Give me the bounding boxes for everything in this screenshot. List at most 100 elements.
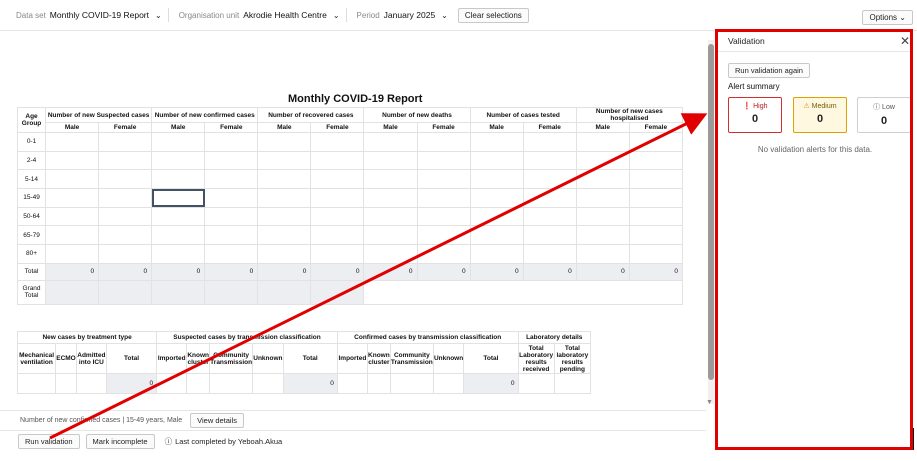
input-cell[interactable]	[151, 244, 206, 264]
input-cell[interactable]	[204, 244, 259, 264]
input-cell[interactable]	[204, 132, 259, 152]
input-cell[interactable]	[469, 244, 524, 264]
input-cell[interactable]	[628, 132, 684, 152]
input-cell[interactable]	[628, 225, 684, 246]
input-cell[interactable]	[575, 244, 630, 264]
input-cell[interactable]	[98, 206, 153, 227]
input-cell[interactable]	[469, 132, 524, 152]
input-cell[interactable]	[151, 132, 206, 152]
input-cell[interactable]	[55, 373, 77, 394]
input-cell[interactable]	[522, 188, 577, 208]
input-cell[interactable]	[363, 188, 418, 208]
input-cell[interactable]	[151, 225, 206, 246]
input-cell[interactable]	[575, 150, 630, 171]
input-cell[interactable]	[310, 188, 365, 208]
input-cell[interactable]	[257, 244, 312, 264]
input-cell[interactable]	[363, 244, 418, 264]
input-cell[interactable]	[45, 188, 100, 208]
input-cell[interactable]	[257, 150, 312, 171]
input-cell[interactable]	[575, 206, 630, 227]
input-cell[interactable]	[45, 150, 100, 171]
input-cell[interactable]	[517, 373, 555, 394]
input-cell[interactable]	[310, 225, 365, 246]
input-cell[interactable]	[575, 188, 630, 208]
input-cell[interactable]	[98, 169, 153, 190]
input-cell[interactable]	[522, 169, 577, 190]
input-cell[interactable]	[310, 206, 365, 227]
options-button[interactable]: Options ⌄	[862, 10, 913, 25]
input-cell[interactable]	[98, 225, 153, 246]
input-cell[interactable]	[257, 206, 312, 227]
input-cell[interactable]	[98, 150, 153, 171]
input-cell[interactable]	[628, 188, 684, 208]
input-cell[interactable]	[310, 150, 365, 171]
input-cell[interactable]	[204, 206, 259, 227]
input-cell[interactable]	[257, 225, 312, 246]
input-cell[interactable]	[469, 150, 524, 171]
close-icon[interactable]: ✕	[900, 34, 910, 48]
input-cell[interactable]	[45, 206, 100, 227]
input-cell[interactable]	[416, 225, 471, 246]
scroll-down-arrow-icon[interactable]: ▼	[706, 399, 713, 406]
input-cell[interactable]	[204, 225, 259, 246]
input-cell[interactable]	[416, 169, 471, 190]
input-cell[interactable]	[628, 206, 684, 227]
input-cell[interactable]	[628, 150, 684, 171]
input-cell[interactable]	[469, 206, 524, 227]
input-cell[interactable]	[363, 225, 418, 246]
input-cell[interactable]	[366, 373, 391, 394]
input-cell[interactable]	[257, 188, 312, 208]
dataset-selector[interactable]: Data set Monthly COVID-19 Report ⌄	[0, 0, 168, 30]
input-cell[interactable]	[252, 373, 284, 394]
input-cell[interactable]	[575, 132, 630, 152]
input-cell[interactable]	[204, 150, 259, 171]
input-cell[interactable]	[416, 132, 471, 152]
input-cell[interactable]	[363, 132, 418, 152]
input-cell[interactable]	[522, 244, 577, 264]
view-details-button[interactable]: View details	[190, 413, 245, 428]
input-cell[interactable]	[98, 188, 153, 208]
mark-incomplete-button[interactable]: Mark incomplete	[85, 434, 155, 449]
input-cell[interactable]	[469, 188, 524, 208]
input-cell[interactable]	[310, 169, 365, 190]
input-cell[interactable]	[628, 169, 684, 190]
input-cell[interactable]	[416, 206, 471, 227]
input-cell[interactable]	[522, 150, 577, 171]
period-selector[interactable]: Period January 2025 ⌄	[347, 0, 454, 30]
input-cell[interactable]	[186, 373, 211, 394]
input-cell[interactable]	[553, 373, 592, 394]
clear-selections-button[interactable]: Clear selections	[457, 7, 529, 23]
input-cell[interactable]	[151, 169, 206, 190]
input-cell[interactable]	[363, 206, 418, 227]
run-validation-again-button[interactable]: Run validation again	[728, 63, 810, 78]
input-cell[interactable]	[204, 188, 259, 208]
input-cell[interactable]	[575, 225, 630, 246]
input-cell[interactable]	[45, 244, 100, 264]
input-cell[interactable]	[151, 206, 206, 227]
input-cell[interactable]	[209, 373, 254, 394]
input-cell[interactable]	[522, 206, 577, 227]
input-cell[interactable]	[204, 169, 259, 190]
input-cell[interactable]	[432, 373, 465, 394]
input-cell[interactable]	[363, 150, 418, 171]
input-cell[interactable]	[416, 188, 471, 208]
input-cell[interactable]	[75, 373, 107, 394]
input-cell[interactable]	[336, 373, 368, 394]
form-scrollbar-thumb[interactable]	[708, 44, 714, 380]
input-cell[interactable]	[45, 225, 100, 246]
input-cell[interactable]	[522, 132, 577, 152]
input-cell[interactable]	[257, 169, 312, 190]
run-validation-button[interactable]: Run validation	[18, 434, 80, 449]
input-cell[interactable]	[16, 373, 57, 394]
input-cell[interactable]	[45, 169, 100, 190]
orgunit-selector[interactable]: Organisation unit Akrodie Health Centre …	[169, 0, 346, 30]
input-cell[interactable]	[628, 244, 684, 264]
input-cell[interactable]	[310, 244, 365, 264]
input-cell[interactable]	[98, 244, 153, 264]
input-cell[interactable]	[416, 150, 471, 171]
input-cell[interactable]	[389, 373, 434, 394]
selected-input-cell[interactable]	[151, 188, 206, 208]
input-cell[interactable]	[151, 150, 206, 171]
input-cell[interactable]	[469, 169, 524, 190]
input-cell[interactable]	[257, 132, 312, 152]
